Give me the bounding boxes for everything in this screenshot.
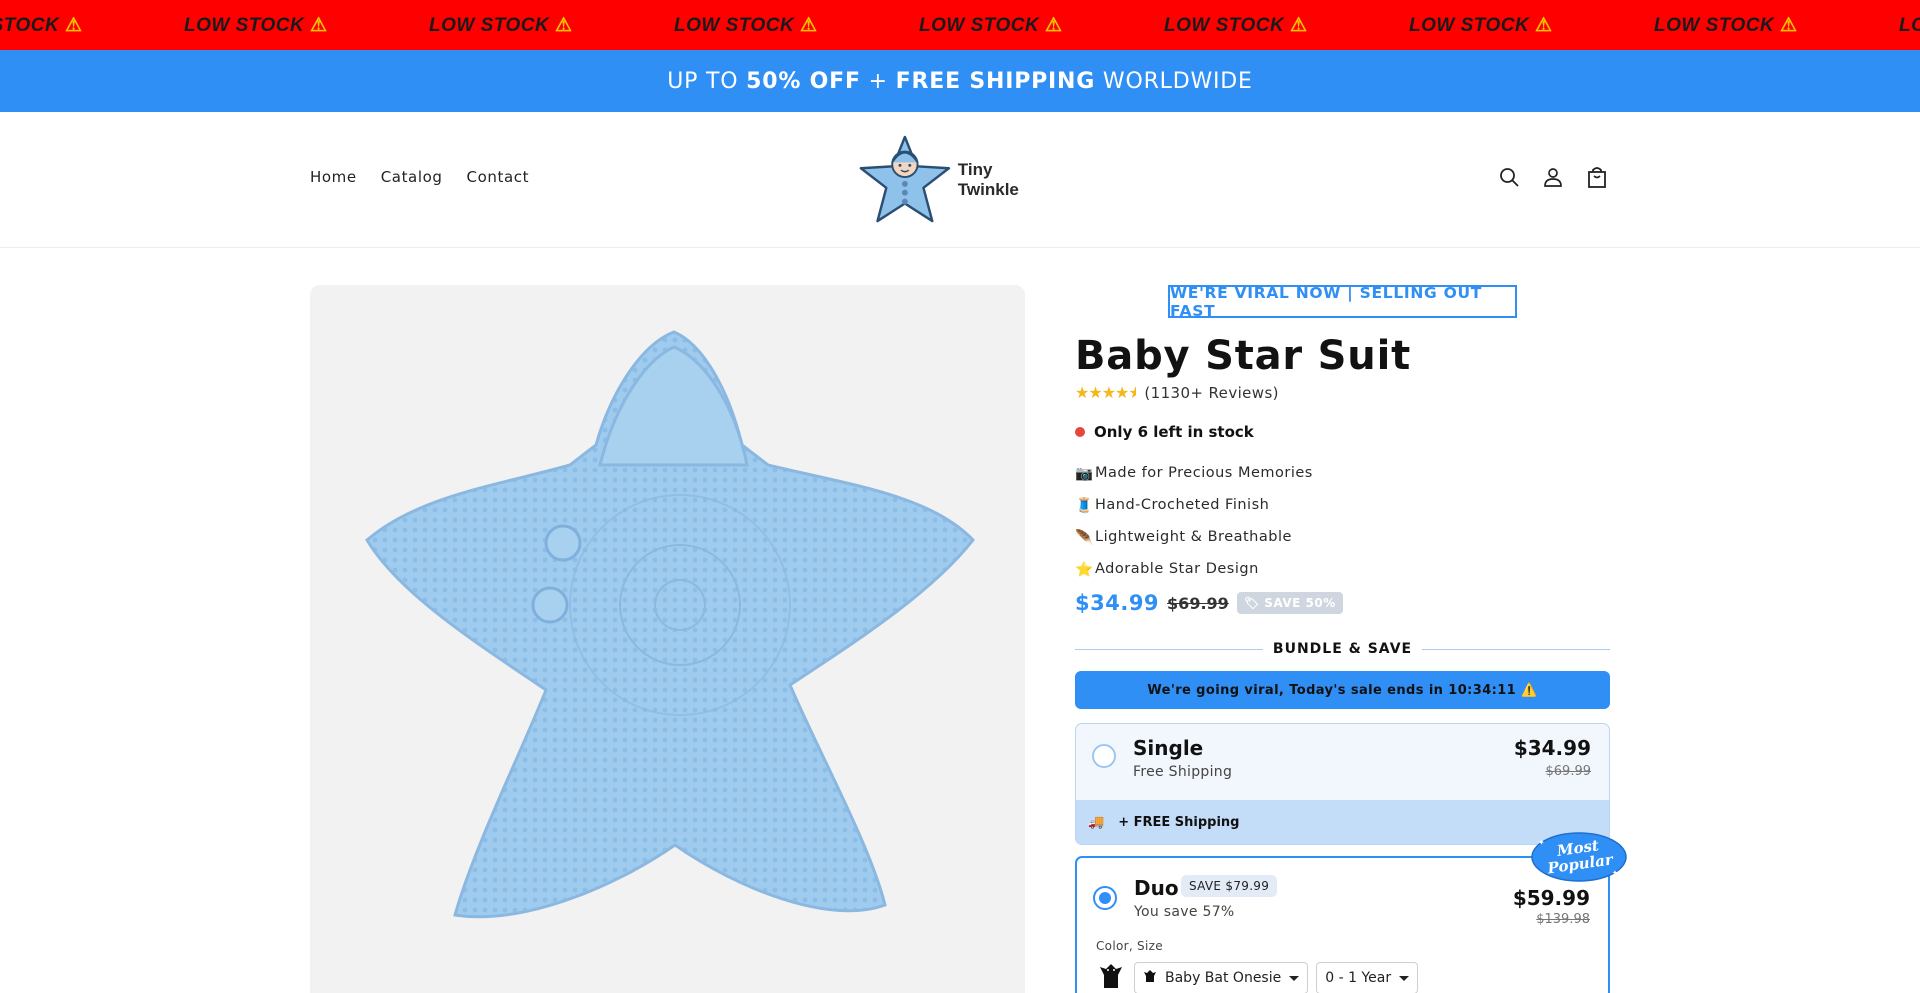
variant-selectors: Baby Bat Onesie 0 - 1 Year: [1096, 961, 1419, 993]
divider: [1422, 648, 1610, 650]
stock-text: Only 6 left in stock: [1094, 423, 1254, 441]
cart-icon[interactable]: [1586, 166, 1608, 188]
product-title: Baby Star Suit: [1075, 333, 1412, 379]
bundle-option-single[interactable]: Single Free Shipping $34.99 $69.99 🚚 + F…: [1075, 723, 1610, 845]
feature-item: 🪶 Lightweight & Breathable: [1075, 529, 1292, 546]
crochet-star-suit-image: [365, 330, 975, 919]
most-popular-ribbon: ✦ ✦ Most Popular: [1530, 831, 1628, 883]
nav-catalog[interactable]: Catalog: [381, 168, 443, 186]
low-stock-marquee: LOW STOCK ⚠ LOW STOCK ⚠ LOW STOCK ⚠ LOW …: [0, 0, 1920, 50]
marquee-item: LOW STOCK ⚠: [674, 14, 818, 36]
chevron-down-icon: [1289, 975, 1300, 981]
tag-icon: 🏷: [1243, 596, 1260, 610]
option-name: Single: [1133, 736, 1204, 760]
svg-text:✦: ✦: [1612, 869, 1618, 877]
marquee-item: LOW STOCK ⚠: [429, 14, 573, 36]
product-image[interactable]: [310, 285, 1025, 993]
rating-stars-icon: ★★★★★: [1075, 383, 1137, 402]
warning-icon: ⚠: [1045, 14, 1063, 36]
warning-icon: ⚠: [800, 14, 818, 36]
color-select[interactable]: Baby Bat Onesie: [1134, 962, 1309, 993]
divider: [1075, 648, 1263, 650]
option-subtitle: You save 57%: [1134, 904, 1235, 920]
marquee-item: LOW STOCK ⚠: [0, 14, 83, 36]
account-icon[interactable]: [1542, 166, 1564, 188]
warning-icon: ⚠: [310, 14, 328, 36]
bundle-heading: BUNDLE & SAVE: [1075, 641, 1610, 657]
sale-countdown-banner: We're going viral, Today's sale ends in …: [1075, 671, 1610, 709]
site-header: Home Catalog Contact Tiny Twinkle: [0, 112, 1920, 248]
logo-text: Tiny Twinkle: [957, 160, 1019, 199]
search-icon[interactable]: [1498, 166, 1520, 188]
marquee-item: LOW STOCK ⚠: [1409, 14, 1553, 36]
feature-item: ⭐ Adorable Star Design: [1075, 561, 1259, 578]
option-name: Duo: [1134, 876, 1179, 900]
option-price: $59.99: [1512, 886, 1590, 910]
sale-price: $34.99: [1075, 591, 1160, 615]
announcement-plus: +: [868, 68, 888, 94]
thread-icon: 🧵: [1075, 497, 1094, 514]
main-nav: Home Catalog Contact: [310, 168, 529, 186]
marquee-track: LOW STOCK ⚠ LOW STOCK ⚠ LOW STOCK ⚠ LOW …: [0, 0, 1920, 50]
rating[interactable]: ★★★★★ (1130+ Reviews): [1075, 383, 1279, 402]
nav-home[interactable]: Home: [310, 168, 357, 186]
color-select-value: Baby Bat Onesie: [1165, 970, 1282, 986]
price-row: $34.99 $69.99 🏷 SAVE 50%: [1075, 591, 1343, 615]
marquee-item: LOW STOCK ⚠: [1899, 14, 1920, 36]
compare-price: $69.99: [1167, 593, 1229, 613]
marquee-item: LOW STOCK ⚠: [184, 14, 328, 36]
announcement-shipping: FREE SHIPPING: [895, 68, 1096, 94]
chevron-down-icon: [1399, 975, 1410, 981]
warning-icon: ⚠: [1290, 14, 1308, 36]
shipping-truck-icon: 🚚: [1088, 814, 1105, 830]
camera-icon: 📷: [1075, 465, 1094, 482]
marquee-item: LOW STOCK ⚠: [1164, 14, 1308, 36]
announcement-suffix: WORLDWIDE: [1102, 68, 1253, 94]
feature-list: 📷 Made for Precious Memories 🧵 Hand-Croc…: [1075, 457, 1313, 585]
marquee-item: LOW STOCK ⚠: [919, 14, 1063, 36]
nav-contact[interactable]: Contact: [467, 168, 530, 186]
announcement-prefix: UP TO: [667, 68, 739, 94]
radio-duo[interactable]: [1093, 886, 1117, 910]
header-actions: [1498, 166, 1608, 188]
size-select-value: 0 - 1 Year: [1325, 970, 1392, 986]
duo-save-chip: SAVE $79.99: [1181, 875, 1278, 897]
announcement-bar: UP TO 50% OFF + FREE SHIPPING WORLDWIDE: [0, 50, 1920, 112]
feature-item: 🧵 Hand-Crocheted Finish: [1075, 497, 1270, 514]
stock-dot-icon: [1075, 427, 1085, 437]
option-compare-price: $69.99: [1545, 764, 1592, 779]
radio-single[interactable]: [1092, 744, 1116, 768]
star-baby-logo-icon: [859, 135, 951, 223]
save-badge: 🏷 SAVE 50%: [1236, 592, 1343, 614]
option-subtitle: Free Shipping: [1133, 764, 1233, 780]
feather-icon: 🪶: [1075, 529, 1094, 546]
bat-onesie-thumbnail-icon: [1096, 961, 1126, 993]
option-compare-price: $139.98: [1536, 912, 1590, 927]
variant-label: Color, Size: [1096, 939, 1163, 953]
bat-onesie-icon: [1143, 969, 1157, 987]
warning-icon: ⚠: [1780, 14, 1798, 36]
stock-indicator: Only 6 left in stock: [1075, 423, 1254, 441]
marquee-item: LOW STOCK ⚠: [1654, 14, 1798, 36]
viral-badge: WE'RE VIRAL NOW | SELLING OUT FAST: [1168, 284, 1517, 320]
feature-item: 📷 Made for Precious Memories: [1075, 465, 1313, 482]
announcement-discount: 50% OFF: [746, 68, 861, 94]
warning-icon: ⚠: [65, 14, 83, 36]
option-price: $34.99: [1513, 736, 1591, 760]
warning-icon: ⚠: [1535, 14, 1553, 36]
warning-icon: ⚠: [555, 14, 573, 36]
store-logo[interactable]: Tiny Twinkle: [856, 132, 1056, 228]
review-count: (1130+ Reviews): [1144, 383, 1279, 402]
size-select[interactable]: 0 - 1 Year: [1316, 962, 1419, 993]
star-icon: ⭐: [1075, 561, 1094, 578]
